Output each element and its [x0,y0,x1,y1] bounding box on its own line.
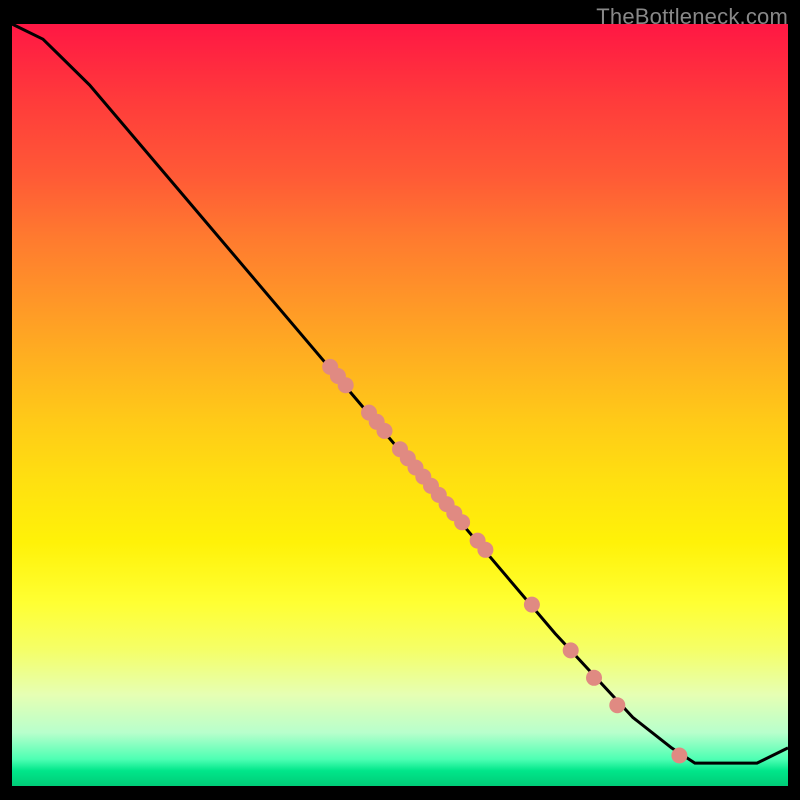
marker-point [609,697,625,713]
marker-point [586,670,602,686]
chart-svg [12,24,788,786]
marker-point [563,642,579,658]
marker-point [671,748,687,764]
bottleneck-curve [12,24,788,763]
marker-point [377,423,393,439]
curve-path [12,24,788,763]
marker-point [477,542,493,558]
marker-point [338,377,354,393]
marker-point [524,597,540,613]
marker-point [454,514,470,530]
marker-points [322,359,687,764]
